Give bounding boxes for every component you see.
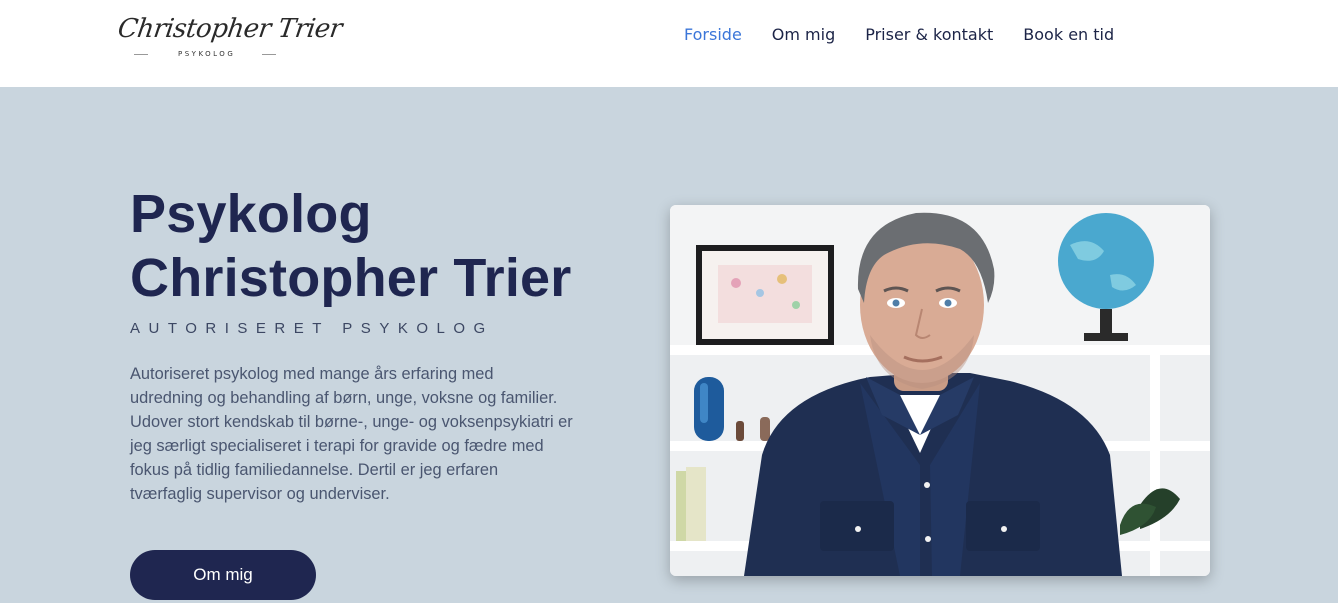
description-line: udredning og behandling af børn, unge, v… bbox=[130, 389, 558, 407]
logo-subtitle: PSYKOLOG bbox=[178, 50, 236, 58]
om-mig-button[interactable]: Om mig bbox=[130, 550, 316, 600]
nav-item-book-en-tid[interactable]: Book en tid bbox=[1023, 24, 1114, 46]
description-line: Autoriseret psykolog med mange års erfar… bbox=[130, 365, 494, 383]
hero-title: Psykolog Christopher Trier bbox=[130, 182, 690, 310]
logo[interactable]: Christopher Trier PSYKOLOG bbox=[116, 8, 344, 64]
site-header: Christopher Trier PSYKOLOG Forside Om mi… bbox=[0, 0, 1338, 87]
description-line: Udover stort kendskab til børne-, unge- … bbox=[130, 413, 573, 431]
hero-description: Autoriseret psykolog med mange års erfar… bbox=[130, 362, 620, 506]
hero-title-line1: Psykolog bbox=[130, 184, 372, 244]
description-line: tværfaglig supervisor og underviser. bbox=[130, 485, 390, 503]
nav-item-forside[interactable]: Forside bbox=[684, 24, 742, 46]
nav-item-priser-kontakt[interactable]: Priser & kontakt bbox=[865, 24, 993, 46]
main-nav: Forside Om mig Priser & kontakt Book en … bbox=[684, 24, 1144, 46]
portrait-illustration bbox=[670, 205, 1210, 576]
logo-script-text: Christopher Trier bbox=[115, 14, 344, 44]
portrait-photo bbox=[670, 205, 1210, 576]
description-line: fokus på tidlig familiedannelse. Dertil … bbox=[130, 461, 499, 479]
logo-divider-left bbox=[134, 54, 148, 55]
description-line: jeg særligt specialiseret i terapi for g… bbox=[130, 437, 544, 455]
nav-item-om-mig[interactable]: Om mig bbox=[772, 24, 835, 46]
hero-title-line2: Christopher Trier bbox=[130, 248, 572, 308]
logo-divider-right bbox=[262, 54, 276, 55]
hero-subtitle: AUTORISERET PSYKOLOG bbox=[130, 320, 494, 337]
